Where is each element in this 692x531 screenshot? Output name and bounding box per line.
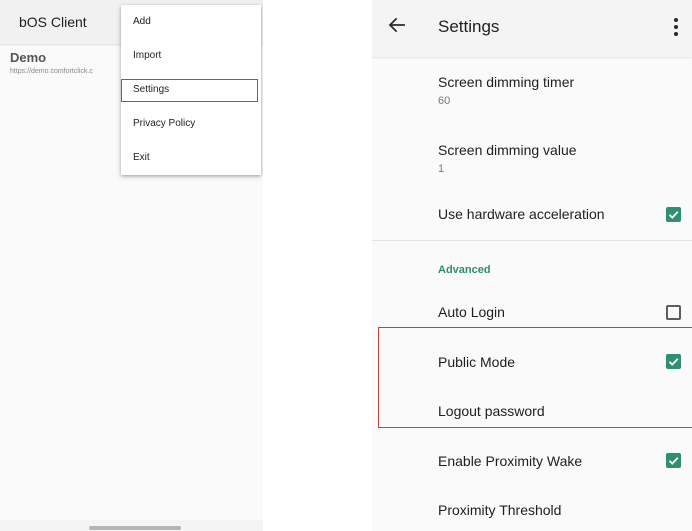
settings-screen: Settings Screen dimming timer 60 Screen … (372, 0, 692, 531)
checkbox-checked[interactable] (666, 453, 681, 468)
pref-summary: 1 (438, 163, 445, 175)
main-screen: bOS Client Demo https://demo.comfortclic… (0, 0, 263, 531)
pref-title: Screen dimming timer (438, 74, 575, 90)
pref-title: Auto Login (438, 304, 505, 320)
server-name: Demo (10, 50, 47, 65)
menu-item-label: Exit (133, 152, 150, 163)
home-indicator[interactable] (89, 526, 181, 530)
pref-summary: 60 (438, 95, 451, 107)
checkbox-unchecked[interactable] (666, 305, 681, 320)
menu-item-add[interactable]: Add (121, 11, 261, 35)
page-title: Settings (438, 17, 500, 36)
menu-item-settings[interactable]: Settings (121, 79, 258, 102)
menu-item-import[interactable]: Import (121, 45, 261, 69)
menu-item-label: Import (133, 50, 162, 61)
pref-title: Use hardware acceleration (438, 206, 605, 222)
checkbox-checked[interactable] (666, 207, 681, 222)
divider (372, 240, 692, 241)
menu-item-privacy-policy[interactable]: Privacy Policy (121, 113, 261, 137)
pref-title: Proximity Threshold (438, 502, 562, 518)
category-advanced: Advanced (438, 264, 491, 276)
menu-item-label: Add (133, 16, 151, 27)
overflow-menu: Add Import Settings Privacy Policy Exit (121, 5, 261, 175)
menu-item-label: Settings (133, 84, 170, 95)
settings-app-bar: Settings (372, 0, 692, 57)
pref-title: Enable Proximity Wake (438, 453, 583, 469)
menu-item-label: Privacy Policy (133, 118, 196, 129)
highlight-box (378, 327, 692, 428)
app-title: bOS Client (19, 14, 87, 30)
arrow-back-icon[interactable] (386, 14, 408, 36)
menu-item-exit[interactable]: Exit (121, 147, 261, 171)
server-url: https://demo.comfortclick.c (10, 68, 93, 75)
more-vert-icon[interactable] (672, 16, 680, 38)
pref-title: Screen dimming value (438, 142, 577, 158)
